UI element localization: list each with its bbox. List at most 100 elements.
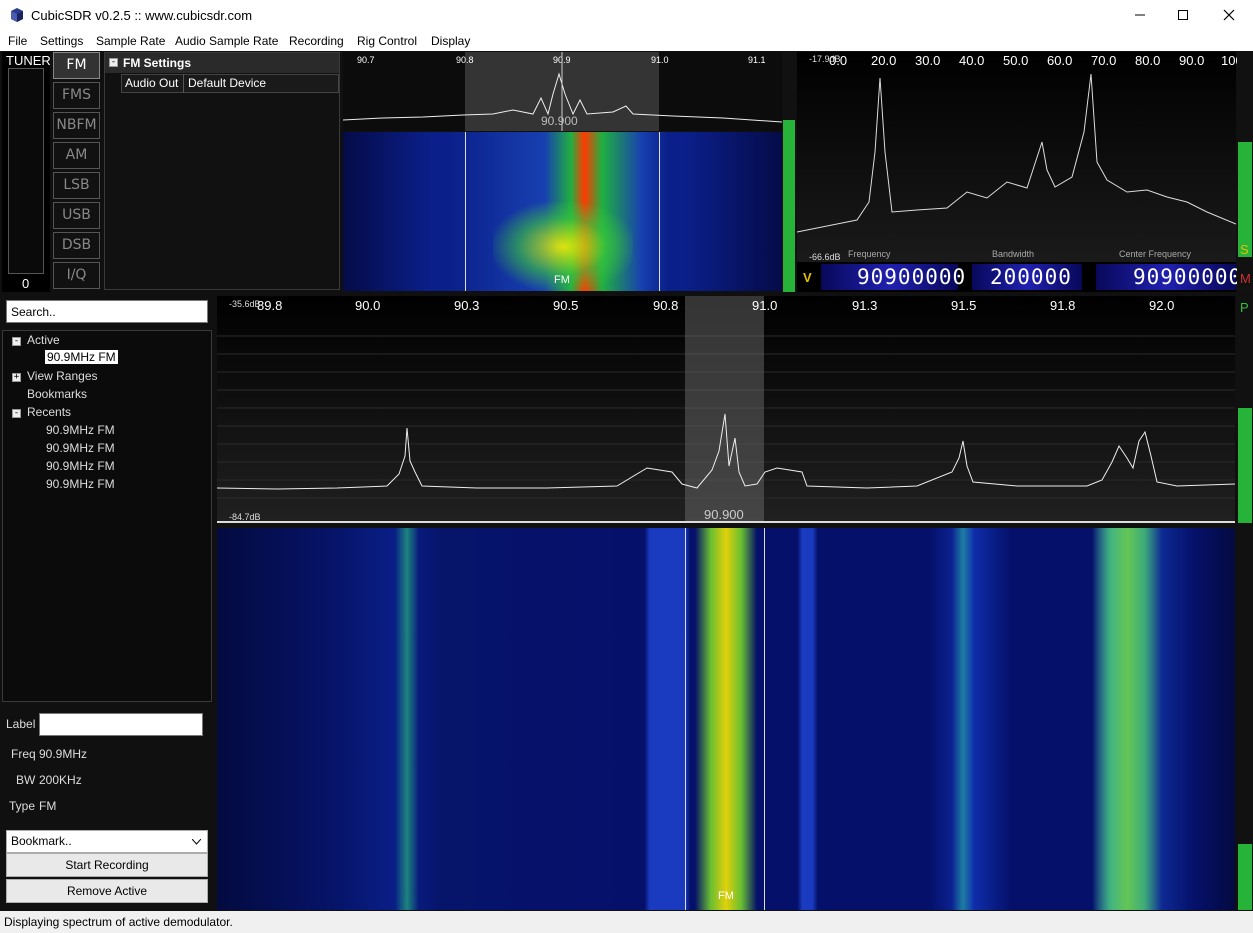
tree-group-active[interactable]: Active <box>27 333 60 347</box>
tree-group-recents[interactable]: Recents <box>27 405 71 419</box>
main-spectrum-trace <box>217 413 1235 490</box>
menu-audio-sample-rate[interactable]: Audio Sample Rate <box>175 34 278 48</box>
peak-hold-button[interactable]: P <box>1240 300 1249 315</box>
tuner-label: TUNER <box>6 53 51 68</box>
menu-recording[interactable]: Recording <box>289 34 344 48</box>
start-recording-button[interactable]: Start Recording <box>6 853 208 877</box>
remove-active-button[interactable]: Remove Active <box>6 879 208 903</box>
menu-file[interactable]: File <box>8 34 27 48</box>
audio-level-fill <box>783 120 795 292</box>
type-value: FM <box>39 799 57 813</box>
chevron-down-icon <box>192 839 201 845</box>
frequency-value[interactable]: 90900000 <box>857 265 966 291</box>
window-title: CubicSDR v0.2.5 :: www.cubicsdr.com <box>31 8 253 23</box>
main-right-edge <box>764 528 765 910</box>
tuner-panel: TUNER 0 <box>2 52 51 292</box>
maximize-button[interactable] <box>1160 0 1206 30</box>
mode-iq-button[interactable]: I/Q <box>53 262 100 289</box>
minimize-icon <box>1135 14 1145 16</box>
main-left-edge <box>685 528 686 910</box>
menu-display[interactable]: Display <box>431 34 470 48</box>
bookmark-search-input[interactable] <box>6 300 208 323</box>
menu-sample-rate[interactable]: Sample Rate <box>96 34 165 48</box>
main-center-label: 90.900 <box>704 507 744 522</box>
right-meter-bottom[interactable] <box>1237 296 1253 910</box>
tree-item-active[interactable]: 90.9MHz FM <box>45 350 118 364</box>
waterfall-trace-1 <box>395 528 419 910</box>
audio-level-meter[interactable] <box>782 52 796 292</box>
expand-icon[interactable]: + <box>12 373 21 382</box>
demod-center-label: 90.900 <box>541 114 578 128</box>
type-caption: Type <box>9 799 36 813</box>
menu-rig-control[interactable]: Rig Control <box>357 34 417 48</box>
mode-nbfm-button[interactable]: NBFM <box>53 112 100 139</box>
mode-am-button[interactable]: AM <box>53 142 100 169</box>
bookmark-select[interactable]: Bookmark.. <box>6 830 208 853</box>
demod-waterfall[interactable]: FM <box>343 132 782 291</box>
audio-out-label: Audio Out <box>125 76 179 90</box>
mode-fms-button[interactable]: FMS <box>53 82 100 109</box>
maximize-icon <box>1178 10 1188 20</box>
mode-usb-button[interactable]: USB <box>53 202 100 229</box>
demod-right-edge <box>659 132 660 291</box>
tree-group-view-ranges[interactable]: View Ranges <box>27 369 98 383</box>
center-frequency-caption: Center Frequency <box>1119 249 1192 259</box>
demod-waterfall-label: FM <box>554 274 570 286</box>
mute-button[interactable]: M <box>1240 271 1251 286</box>
demod-spectrum[interactable]: 90.7 90.8 90.9 91.0 91.1 90.900 <box>343 52 782 131</box>
collapse-icon[interactable]: - <box>12 409 21 418</box>
waterfall-trace-4 <box>1092 528 1162 910</box>
audio-out-value[interactable]: Default Device <box>188 76 266 90</box>
close-icon <box>1223 9 1235 21</box>
cubicsdr-window: CubicSDR v0.2.5 :: www.cubicsdr.com File… <box>0 0 1253 933</box>
status-text: Displaying spectrum of active demodulato… <box>4 915 233 929</box>
collapse-icon[interactable]: - <box>109 58 118 67</box>
main-waterfall-label: FM <box>718 890 734 902</box>
close-button[interactable] <box>1206 0 1252 30</box>
bw-caption: BW <box>16 773 36 787</box>
waterfall-trace-2 <box>695 528 757 910</box>
main-waterfall[interactable]: FM <box>217 528 1235 910</box>
volume-toggle-button[interactable]: V <box>803 270 812 285</box>
tree-item-recent[interactable]: 90.9MHz FM <box>46 477 115 491</box>
tree-item-recent[interactable]: 90.9MHz FM <box>46 459 115 473</box>
tree-item-recent[interactable]: 90.9MHz FM <box>46 441 115 455</box>
right-meter-top-fill <box>1238 142 1252 257</box>
right-meter-bottom-fill-1 <box>1238 408 1252 523</box>
tree-group-bookmarks[interactable]: Bookmarks <box>27 387 87 401</box>
bookmark-select-value: Bookmark.. <box>11 834 72 848</box>
menu-bar: File Settings Sample Rate Audio Sample R… <box>0 30 1253 51</box>
audio-spectrum-trace <box>797 73 1236 233</box>
center-frequency-value[interactable]: 90900000 <box>1133 265 1242 291</box>
main-spectrum[interactable]: 89.8 90.0 90.3 90.5 90.8 91.0 91.3 91.5 … <box>217 296 1235 523</box>
label-caption: Label <box>6 717 36 731</box>
squelch-button[interactable]: S <box>1240 242 1249 257</box>
right-meter-bottom-fill-2 <box>1238 844 1252 910</box>
demod-left-edge <box>465 132 466 291</box>
mode-lsb-button[interactable]: LSB <box>53 172 100 199</box>
waterfall-trace-3 <box>952 528 974 910</box>
tree-item-recent[interactable]: 90.9MHz FM <box>46 423 115 437</box>
bw-value: 200KHz <box>39 773 82 787</box>
tuner-value: 0 <box>22 276 30 291</box>
mode-dsb-button[interactable]: DSB <box>53 232 100 259</box>
minimize-button[interactable] <box>1117 0 1163 30</box>
frequency-caption: Frequency <box>848 249 891 259</box>
audio-spectrum[interactable]: 0.0 20.0 30.0 40.0 50.0 60.0 70.0 80.0 9… <box>797 52 1243 262</box>
freq-caption: Freq <box>11 747 36 761</box>
settings-title: FM Settings <box>123 56 191 70</box>
mode-fm-button[interactable]: FM <box>53 52 100 79</box>
bookmark-label-input[interactable] <box>39 713 203 736</box>
collapse-icon[interactable]: - <box>12 337 21 346</box>
bandwidth-value[interactable]: 200000 <box>990 265 1072 291</box>
freq-value: 90.9MHz <box>39 747 88 761</box>
column-divider <box>183 74 184 93</box>
menu-settings[interactable]: Settings <box>40 34 83 48</box>
tuner-meter[interactable] <box>8 68 44 274</box>
app-icon <box>11 8 23 22</box>
settings-panel: - FM Settings Audio Out Default Device <box>104 52 340 290</box>
title-bar: CubicSDR v0.2.5 :: www.cubicsdr.com <box>0 0 1253 30</box>
bandwidth-caption: Bandwidth <box>992 249 1035 259</box>
bookmark-tree[interactable]: - Active 90.9MHz FM + View Ranges Bookma… <box>2 330 212 702</box>
status-bar: Displaying spectrum of active demodulato… <box>0 911 1253 933</box>
